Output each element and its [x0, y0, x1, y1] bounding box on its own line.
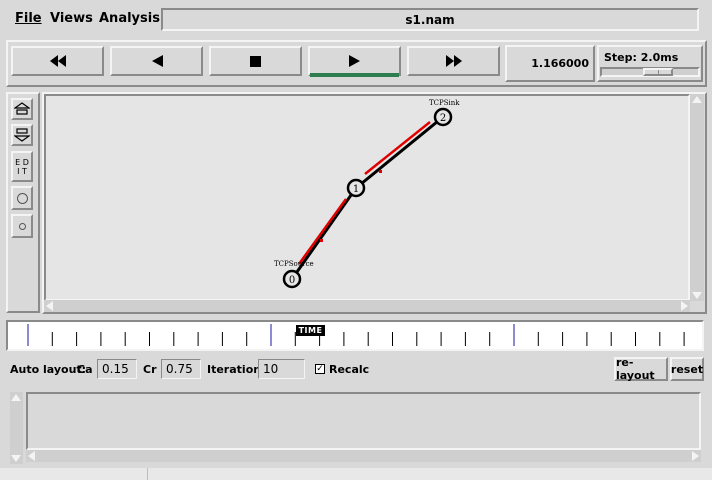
file-title-field: s1.nam	[161, 8, 699, 31]
step-back-button[interactable]	[110, 46, 203, 76]
zoom-out-button[interactable]	[11, 124, 33, 146]
menu-file[interactable]: File	[15, 11, 42, 26]
rewind-button[interactable]	[11, 46, 104, 76]
iterations-input[interactable]: 10	[258, 359, 305, 379]
annotation-scroll-left[interactable]	[28, 451, 35, 461]
cr-label: Cr	[143, 363, 157, 376]
play-button[interactable]	[308, 46, 401, 76]
back-icon	[151, 55, 163, 67]
scroll-left-arrow[interactable]	[46, 301, 53, 311]
ca-label: Ca	[77, 363, 93, 376]
check-icon: ✓	[316, 364, 324, 374]
menu-views[interactable]: Views	[50, 11, 93, 26]
stop-button[interactable]	[209, 46, 302, 76]
menu-analysis[interactable]: Analysis	[99, 11, 160, 26]
node-0-agent-label: TCPSource	[274, 260, 314, 268]
recalc-label: Recalc	[329, 363, 370, 376]
scroll-down-arrow[interactable]	[692, 292, 702, 299]
reset-button[interactable]: reset	[670, 357, 704, 381]
zoom-in-button[interactable]	[11, 98, 33, 120]
stop-icon	[250, 55, 261, 67]
timeline-ticks	[27, 324, 685, 346]
play-active-indicator	[310, 73, 399, 77]
time-slider-label: TIME	[298, 326, 323, 335]
node-2-id: 2	[440, 113, 446, 124]
circle-large-icon	[16, 192, 28, 204]
time-display: 1.166000	[505, 45, 595, 82]
annotation-scroll-right[interactable]	[692, 451, 699, 461]
file-title: s1.nam	[405, 12, 455, 27]
packet	[379, 170, 382, 173]
fast-forward-button[interactable]	[407, 46, 500, 76]
step-slider-handle[interactable]	[643, 68, 674, 76]
node-0-id: 0	[289, 275, 295, 286]
timeline[interactable]	[6, 320, 704, 351]
circle-small-button[interactable]	[11, 214, 33, 238]
edit-button[interactable]: E D I T	[11, 151, 33, 182]
cr-input[interactable]: 0.75	[161, 359, 201, 379]
annotation-list[interactable]	[26, 392, 701, 450]
time-value: 1.166000	[531, 57, 589, 70]
ca-input[interactable]: 0.15	[97, 359, 137, 379]
annotation-hscrollbar[interactable]	[26, 450, 701, 462]
canvas-hscrollbar[interactable]	[44, 300, 690, 312]
link-1-2	[355, 115, 444, 190]
annotation-scroll-up[interactable]	[11, 394, 21, 401]
packet-flow-0-1	[297, 198, 348, 265]
annotation-vscrollbar[interactable]	[10, 392, 23, 464]
circle-large-button[interactable]	[11, 186, 33, 210]
relayout-button[interactable]: re-layout	[614, 356, 668, 382]
packet	[320, 239, 323, 242]
network-canvas[interactable]: 0 TCPSource 1 2 TCPSink	[44, 94, 690, 301]
rewind-icon	[49, 55, 66, 67]
edit-label: E D I T	[15, 157, 29, 176]
scroll-up-arrow[interactable]	[692, 96, 702, 103]
scroll-right-arrow[interactable]	[681, 301, 688, 311]
packet-flow-1-2	[364, 121, 431, 175]
network-graph: 0 TCPSource 1 2 TCPSink	[274, 99, 460, 289]
circle-small-icon	[18, 222, 26, 230]
fastforward-icon	[445, 55, 462, 67]
annotation-scroll-down[interactable]	[11, 455, 21, 462]
node-1-id: 1	[353, 184, 359, 195]
zoom-in-icon	[14, 102, 30, 115]
play-icon	[348, 55, 360, 67]
zoom-out-icon	[14, 128, 30, 142]
canvas-vscrollbar[interactable]	[690, 94, 704, 301]
node-2-agent-label: TCPSink	[429, 99, 460, 107]
step-label: Step: 2.0ms	[604, 51, 679, 64]
status-strip	[0, 468, 712, 480]
autolayout-label: Auto layout:	[10, 363, 87, 376]
time-slider-handle[interactable]: TIME	[296, 325, 325, 336]
recalc-checkbox[interactable]: ✓	[315, 364, 325, 374]
